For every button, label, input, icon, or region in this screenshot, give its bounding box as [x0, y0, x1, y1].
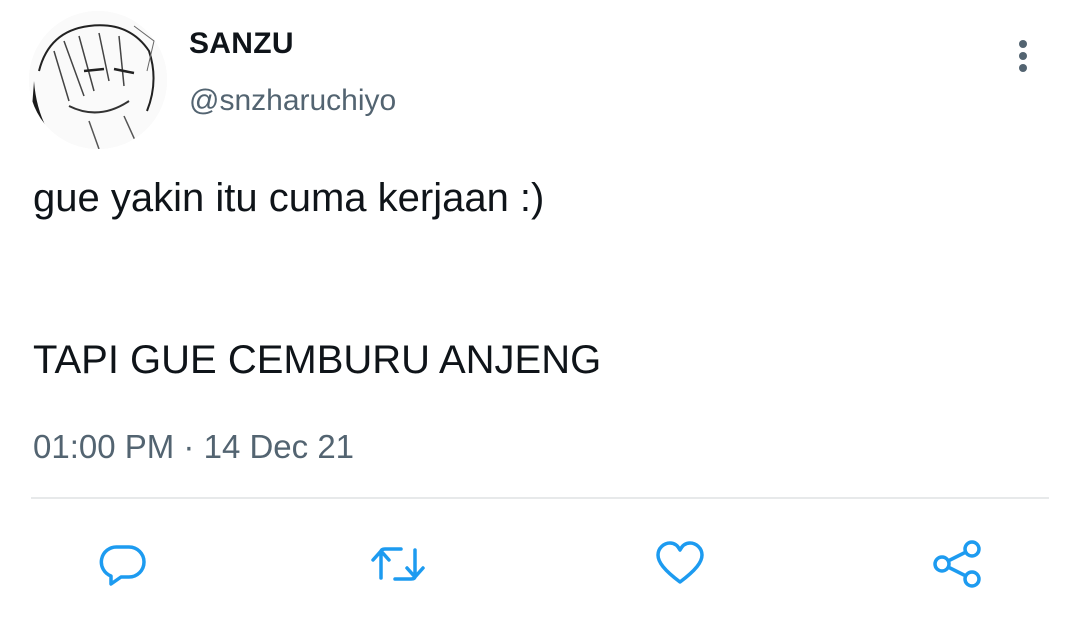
divider [31, 497, 1049, 499]
display-name[interactable]: SANZU [189, 27, 294, 61]
share-icon [933, 540, 981, 588]
user-handle[interactable]: @snzharuchiyo [189, 84, 396, 118]
avatar[interactable] [29, 11, 167, 149]
tweet-text-line: gue yakin itu cuma kerjaan :) [33, 176, 545, 220]
tweet-timestamp[interactable]: 01:00 PM · 14 Dec 21 [33, 428, 354, 466]
tweet-text-line: TAPI GUE CEMBURU ANJENG [33, 338, 602, 382]
heart-icon [656, 541, 704, 584]
like-button[interactable] [654, 538, 706, 590]
retweet-icon [371, 547, 425, 581]
more-vertical-icon [1019, 40, 1027, 48]
tweet-time: 01:00 PM [33, 428, 175, 465]
tweet-date: 14 Dec 21 [203, 428, 355, 465]
reply-button[interactable] [97, 538, 149, 590]
tweet-card: SANZU @snzharuchiyo gue yakin itu cuma k… [0, 0, 1080, 620]
more-vertical-icon-dot [1019, 64, 1027, 72]
retweet-button[interactable] [369, 538, 425, 590]
meta-separator: · [183, 428, 195, 465]
more-options-button[interactable] [1004, 36, 1044, 76]
share-button[interactable] [930, 538, 982, 590]
more-vertical-icon-dot [1019, 52, 1027, 60]
reply-icon [99, 545, 146, 586]
manga-portrait-avatar-icon [29, 11, 167, 149]
